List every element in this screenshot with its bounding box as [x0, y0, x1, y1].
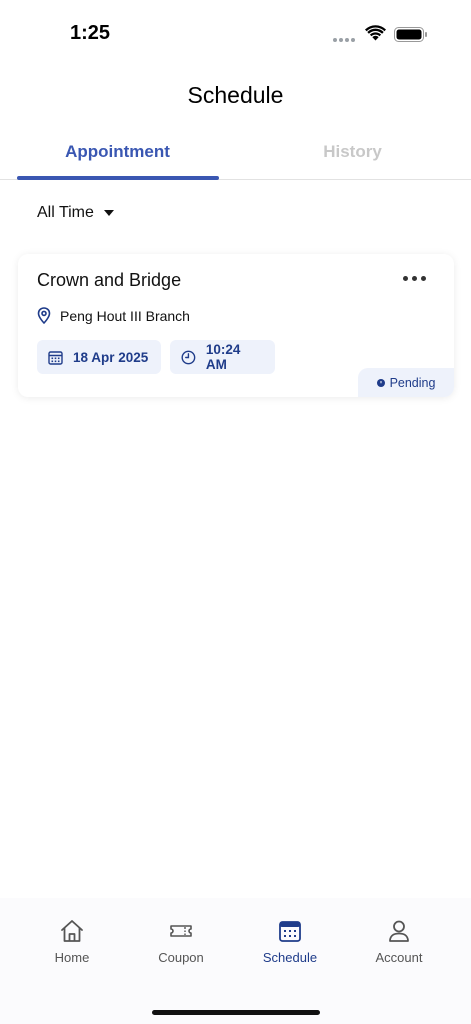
tab-bar: Appointment History [0, 134, 471, 180]
appointment-title: Crown and Bridge [37, 270, 182, 290]
time-chip: 10:24 AM [170, 340, 275, 374]
pending-icon [376, 378, 385, 387]
appointment-card[interactable]: Crown and Bridge Peng Hout III Branch 18… [18, 254, 454, 397]
ticket-icon [170, 925, 192, 937]
nav-account[interactable]: Account [344, 918, 454, 965]
home-indicator [152, 1010, 320, 1015]
status-badge: Pending [358, 368, 454, 397]
status-label: Pending [389, 375, 436, 390]
status-time: 1:25 [70, 22, 111, 44]
nav-schedule[interactable]: Schedule [235, 918, 345, 965]
tab-appointment[interactable]: Appointment [0, 134, 235, 180]
wifi-icon [365, 25, 386, 41]
time-filter-dropdown[interactable]: All Time [37, 204, 114, 222]
page-title: Schedule [187, 82, 284, 108]
clock-icon [181, 350, 196, 364]
active-tab-indicator [17, 176, 219, 180]
nav-home-label: Home [54, 950, 90, 965]
signal-icon [333, 38, 355, 42]
tab-history[interactable]: History [235, 134, 470, 180]
nav-schedule-label: Schedule [262, 950, 318, 965]
location-pin-icon [37, 307, 51, 324]
person-icon [389, 920, 409, 942]
branch-name: Peng Hout III Branch [60, 307, 190, 324]
status-bar: 1:25 [0, 0, 471, 70]
appointment-time: 10:24 AM [205, 342, 241, 372]
branch-row: Peng Hout III Branch [37, 307, 190, 324]
appointment-date: 18 Apr 2025 [73, 349, 149, 365]
battery-icon [394, 27, 427, 42]
nav-home[interactable]: Home [17, 918, 127, 965]
date-chip: 18 Apr 2025 [37, 340, 161, 374]
calendar-icon [48, 350, 63, 365]
schedule-screen: 1:25 Schedule Appointment History All Ti… [0, 0, 471, 1024]
calendar-icon [279, 921, 301, 942]
nav-coupon-label: Coupon [158, 950, 204, 965]
more-options-icon[interactable] [403, 276, 426, 281]
filter-label: All Time [37, 204, 94, 221]
nav-coupon[interactable]: Coupon [126, 918, 236, 965]
bottom-nav: Home Coupon Schedule Account [0, 898, 471, 1024]
nav-account-label: Account [375, 950, 423, 965]
caret-down-icon [103, 210, 114, 216]
home-icon [61, 920, 83, 942]
